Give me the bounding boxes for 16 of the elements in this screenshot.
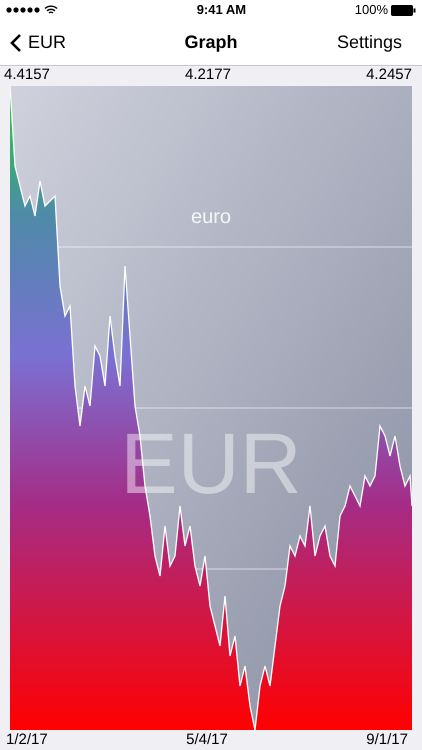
rate-value: 4.4157 <box>4 64 50 84</box>
screen-title: Graph <box>184 31 238 54</box>
signal-icon <box>6 7 40 13</box>
chart-subtitle: euro <box>190 205 232 230</box>
date-label: 1/2/17 <box>6 730 48 750</box>
back-chevron-icon <box>10 32 22 52</box>
battery-percent: 100% <box>354 1 388 20</box>
status-time: 9:41 AM <box>196 1 246 20</box>
date-label: 9/1/17 <box>366 730 408 750</box>
back-button[interactable]: EUR <box>10 29 66 56</box>
battery-icon <box>391 4 416 16</box>
wifi-icon <box>44 5 58 15</box>
settings-button[interactable]: Settings <box>336 29 412 56</box>
rate-value: 4.2457 <box>366 64 412 84</box>
date-label: 5/4/17 <box>186 730 228 750</box>
rate-value: 4.2177 <box>185 64 231 84</box>
